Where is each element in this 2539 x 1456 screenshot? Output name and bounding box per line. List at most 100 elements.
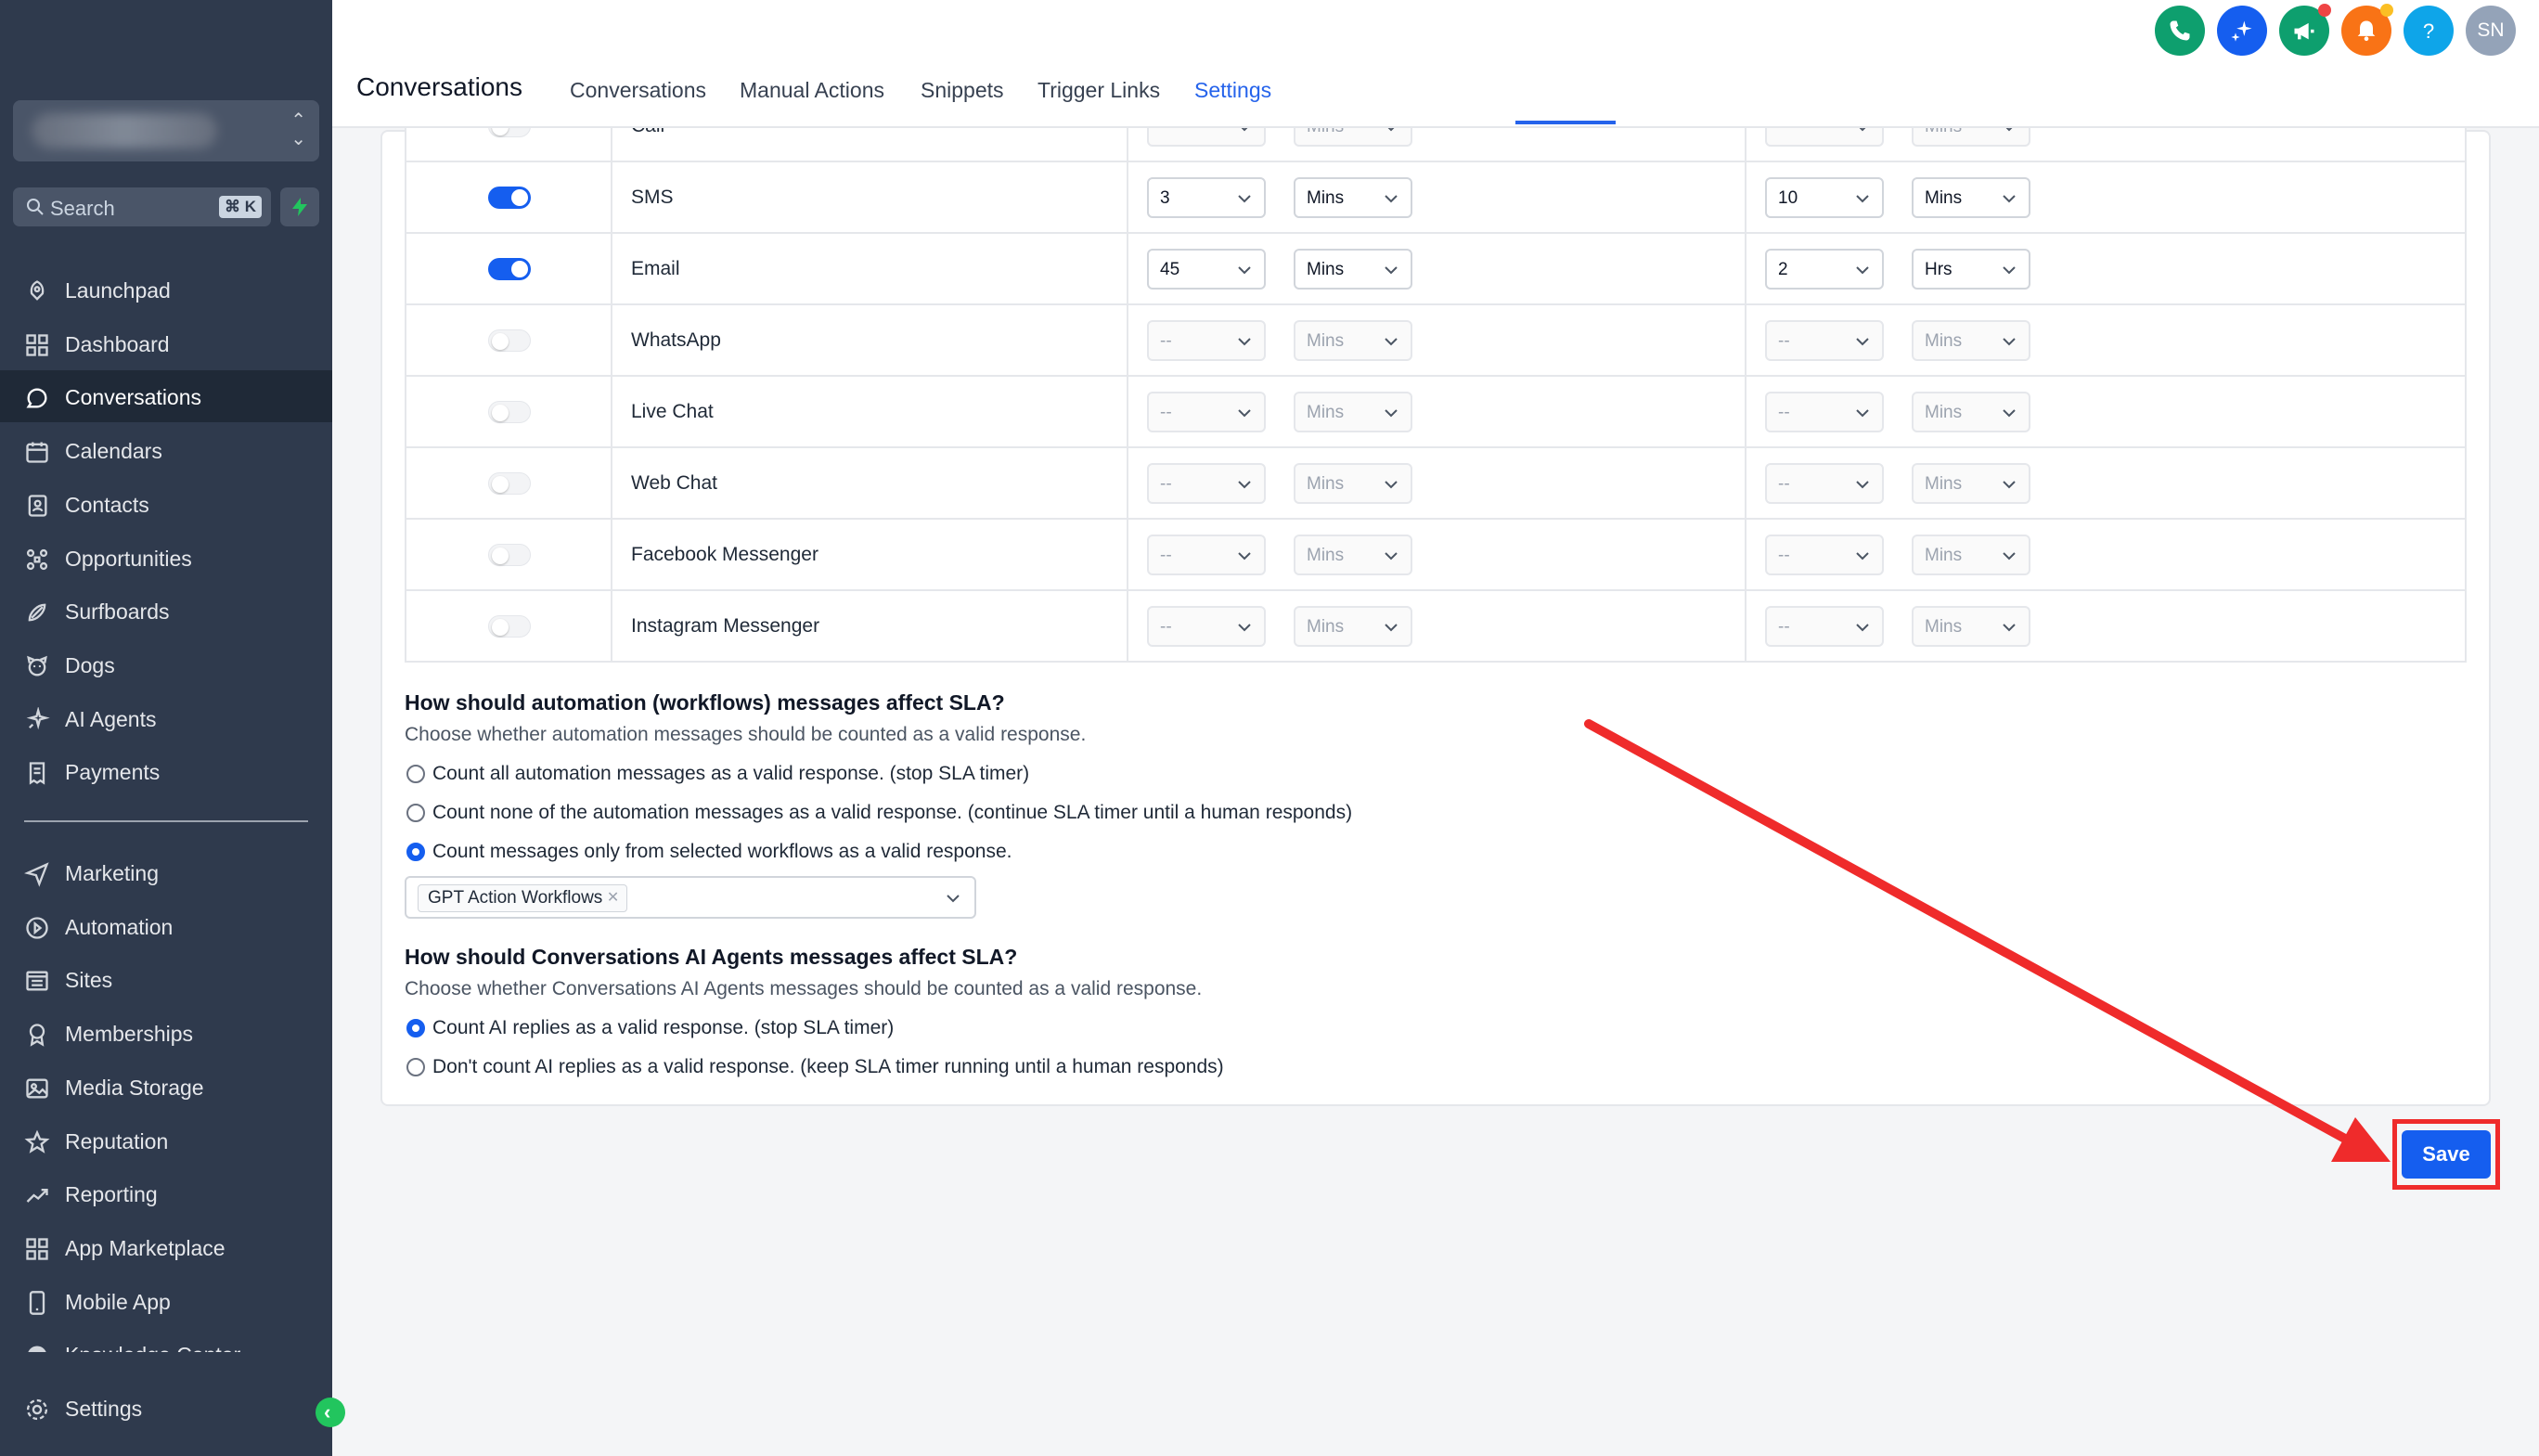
sidebar-item-label: Launchpad [65, 278, 171, 303]
channel-toggle[interactable] [488, 544, 531, 566]
select-value: Hrs [1925, 260, 1953, 279]
sidebar-item-label: Mobile App [65, 1289, 171, 1314]
resolution-value-select[interactable]: -- [1765, 392, 1884, 432]
sidebar-item-knowledge-center[interactable]: Knowledge Center [0, 1328, 332, 1353]
sidebar-item-automation[interactable]: Automation [0, 900, 332, 952]
resolution-value-select[interactable]: -- [1765, 606, 1884, 647]
sidebar-item-memberships[interactable]: Memberships [0, 1007, 332, 1059]
resolution-value-select[interactable]: -- [1765, 535, 1884, 575]
sidebar-item-reputation[interactable]: Reputation [0, 1115, 332, 1166]
calendar-icon [26, 442, 48, 463]
first-response-value-select[interactable]: -- [1147, 320, 1266, 361]
channel-toggle[interactable] [488, 128, 531, 137]
first-response-value-select[interactable]: -- [1147, 535, 1266, 575]
sidebar-item-label: Opportunities [65, 546, 192, 571]
phone-button[interactable] [2155, 6, 2205, 56]
resolution-unit-select[interactable]: Mins [1912, 606, 2030, 647]
select-value: Mins [1307, 617, 1345, 637]
send-icon [24, 862, 49, 887]
radio-circle[interactable] [406, 1058, 425, 1076]
tab-settings[interactable]: Settings [1194, 78, 1271, 103]
radio-circle[interactable] [406, 804, 425, 822]
sidebar-item-launchpad[interactable]: Launchpad [0, 264, 332, 316]
sidebar-item-settings[interactable]: Settings [0, 1382, 332, 1434]
tab-conversations[interactable]: Conversations [570, 78, 706, 103]
sidebar-item-surfboards[interactable]: Surfboards [0, 585, 332, 637]
first-response-unit-select[interactable]: Mins [1294, 249, 1412, 290]
first-response-unit-select[interactable]: Mins [1294, 392, 1412, 432]
channel-toggle[interactable] [488, 329, 531, 352]
resolution-value-select[interactable]: 2 [1765, 249, 1884, 290]
select-value: Mins [1307, 128, 1344, 137]
tab-trigger-links[interactable]: Trigger Links [1038, 78, 1160, 103]
first-response-value-select[interactable]: -- [1147, 392, 1266, 432]
sla-row-instagram-messenger: Instagram Messenger -- Mins -- Mins [406, 591, 2465, 661]
close-icon[interactable]: ✕ [607, 885, 619, 911]
resolution-value-select[interactable]: -- [1765, 320, 1884, 361]
first-response-value-select[interactable]: -- [1147, 606, 1266, 647]
ai-assistant-button[interactable] [2217, 6, 2267, 56]
sidebar-item-conversations[interactable]: Conversations [0, 370, 332, 423]
radio-circle[interactable] [406, 1019, 425, 1037]
first-response-unit-select[interactable]: Mins [1294, 535, 1412, 575]
chevron-updown-icon: ⌃ ⌄ [290, 110, 306, 149]
radio-circle[interactable] [406, 843, 425, 861]
sidebar-item-payments[interactable]: Payments [0, 745, 332, 797]
select-value: Mins [1925, 128, 1962, 137]
notifications-button[interactable] [2341, 4, 2393, 56]
resolution-unit-select[interactable]: Mins [1912, 320, 2030, 361]
tab-manual-actions[interactable]: Manual Actions [740, 78, 884, 103]
toggle-knob [511, 189, 528, 206]
first-response-value-select[interactable]: 45 [1147, 249, 1266, 290]
collapse-sidebar-button[interactable]: ‹ [316, 1398, 345, 1427]
resolution-value-select[interactable]: 10 [1765, 177, 1884, 218]
sidebar-item-reporting[interactable]: Reporting [0, 1167, 332, 1219]
user-avatar[interactable]: SN [2466, 6, 2516, 56]
resolution-unit-select[interactable]: Mins [1912, 392, 2030, 432]
quick-action-button[interactable] [280, 187, 319, 226]
first-response-value-select[interactable]: 3 [1147, 177, 1266, 218]
sidebar-item-dashboard[interactable]: Dashboard [0, 317, 332, 369]
tab-snippets[interactable]: Snippets [921, 78, 1004, 103]
resolution-unit-select[interactable]: Mins [1912, 128, 2030, 147]
sidebar-item-app-marketplace[interactable]: App Marketplace [0, 1221, 332, 1273]
sidebar-item-dogs[interactable]: Dogs [0, 638, 332, 690]
first-response-unit-select[interactable]: Mins [1294, 128, 1412, 147]
sidebar-item-ai-agents[interactable]: AI Agents [0, 692, 332, 744]
workflow-multiselect[interactable]: GPT Action Workflows ✕ [405, 876, 976, 919]
sidebar-item-media-storage[interactable]: Media Storage [0, 1061, 332, 1113]
account-switcher[interactable]: ⌃ ⌄ [13, 100, 319, 161]
channel-label: Instagram Messenger [631, 615, 820, 637]
sidebar-item-calendars[interactable]: Calendars [0, 424, 332, 476]
channel-toggle[interactable] [488, 401, 531, 423]
search-icon [27, 199, 44, 215]
resolution-value-select[interactable]: -- [1765, 463, 1884, 504]
sidebar-item-contacts[interactable]: Contacts [0, 478, 332, 530]
first-response-unit-select[interactable]: Mins [1294, 177, 1412, 218]
sidebar-item-opportunities[interactable]: Opportunities [0, 532, 332, 584]
help-button[interactable]: ? [2404, 6, 2454, 56]
announcements-button[interactable] [2279, 4, 2331, 56]
sidebar-item-sites[interactable]: Sites [0, 953, 332, 1005]
resolution-unit-select[interactable]: Mins [1912, 463, 2030, 504]
channel-toggle[interactable] [488, 258, 531, 280]
first-response-unit-select[interactable]: Mins [1294, 320, 1412, 361]
select-value: Mins [1925, 617, 1963, 637]
channel-toggle[interactable] [488, 615, 531, 638]
first-response-value-select[interactable]: -- [1147, 463, 1266, 504]
sidebar-search[interactable]: Search ⌘ K [13, 187, 271, 226]
resolution-value-select[interactable]: -- [1765, 128, 1884, 147]
channel-toggle[interactable] [488, 187, 531, 209]
radio-circle[interactable] [406, 765, 425, 783]
first-response-value-select[interactable]: -- [1147, 128, 1266, 147]
sidebar-item-marketing[interactable]: Marketing [0, 846, 332, 898]
save-button[interactable]: Save [2402, 1130, 2491, 1179]
channel-toggle[interactable] [488, 472, 531, 495]
sidebar-item-mobile-app[interactable]: Mobile App [0, 1275, 332, 1327]
first-response-unit-select[interactable]: Mins [1294, 463, 1412, 504]
resolution-unit-select[interactable]: Hrs [1912, 249, 2030, 290]
first-response-unit-select[interactable]: Mins [1294, 606, 1412, 647]
resolution-unit-select[interactable]: Mins [1912, 177, 2030, 218]
radio-label: Don't count AI replies as a valid respon… [432, 1056, 1224, 1077]
resolution-unit-select[interactable]: Mins [1912, 535, 2030, 575]
